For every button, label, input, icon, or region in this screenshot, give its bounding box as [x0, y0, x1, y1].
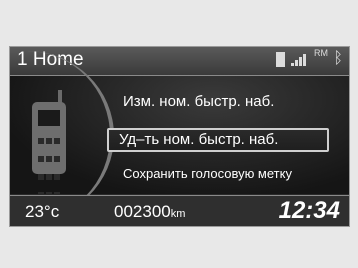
- battery-icon: [276, 51, 286, 67]
- audio-display: 1 Home RM ᛒ Изм. ном. быстр. наб. Уд–ть …: [9, 46, 350, 227]
- temperature: 23°c: [25, 202, 60, 221]
- menu-item-store-voice-tag[interactable]: Сохранить голосовую метку: [123, 166, 292, 181]
- bluetooth-icon: ᛒ: [333, 50, 343, 67]
- clock: 12:34: [278, 197, 340, 224]
- menu-item-edit-speed-dial[interactable]: Изм. ном. быстр. наб.: [123, 93, 274, 110]
- odometer: 002300km: [114, 202, 185, 222]
- signal-icon: [290, 52, 309, 66]
- menu-item-delete-speed-dial[interactable]: Уд–ть ном. быстр. наб.: [107, 128, 329, 152]
- status-icons: RM ᛒ: [274, 48, 343, 68]
- odometer-unit: km: [170, 208, 186, 220]
- status-footer: 23°c 002300km 12:34: [10, 195, 349, 226]
- network-label: RM: [314, 48, 329, 58]
- menu-area: Изм. ном. быстр. наб. Уд–ть ном. быстр. …: [10, 51, 349, 221]
- odometer-value: 002300: [114, 202, 171, 221]
- phone-icon: [32, 90, 66, 198]
